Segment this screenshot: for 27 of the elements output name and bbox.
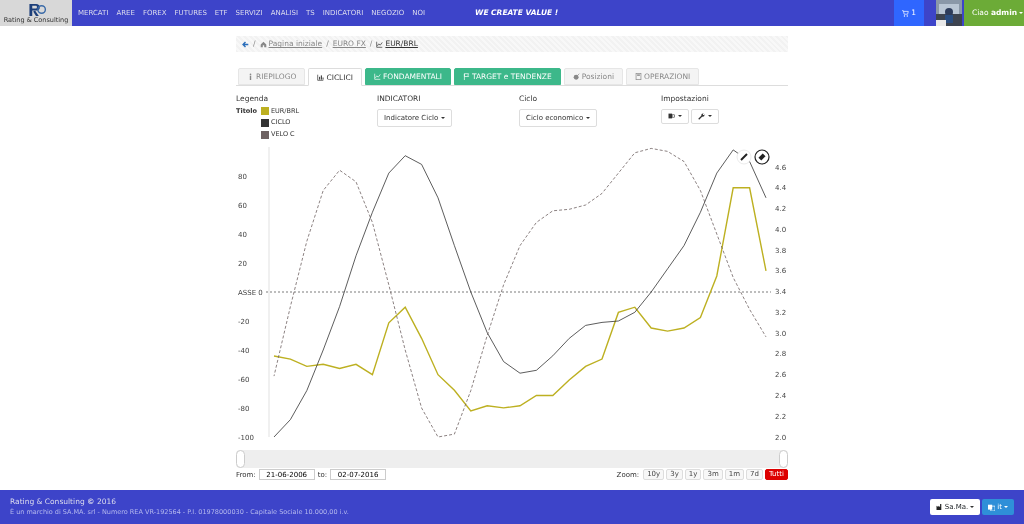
back-arrow-icon [242,40,249,48]
navigator-handle[interactable] [236,450,245,469]
language-icon [988,503,996,511]
factory-icon [935,504,943,510]
navigator-handle[interactable] [779,450,788,469]
caret-icon [1019,12,1024,14]
toggle-dropdown-button[interactable] [661,108,689,124]
bar-chart-icon [317,73,325,81]
caret-icon [441,116,446,119]
wrench-icon [698,112,705,120]
wrench-dropdown-button[interactable] [691,108,719,124]
pencil-button[interactable] [736,149,752,165]
cart-icon [902,9,910,17]
caret-icon [678,115,682,117]
caret-icon [970,506,975,508]
info-icon [247,73,254,81]
caret-icon [1004,506,1008,508]
calculator-icon [635,73,642,81]
home-icon [259,40,267,48]
chart-icon [373,73,381,81]
eraser-button[interactable] [754,149,770,165]
caret-icon [586,116,591,119]
toggle-icon [668,113,675,119]
chart-icon [376,40,384,48]
bomb-icon [572,73,580,81]
caret-icon [708,115,712,117]
flag-icon [462,73,470,81]
